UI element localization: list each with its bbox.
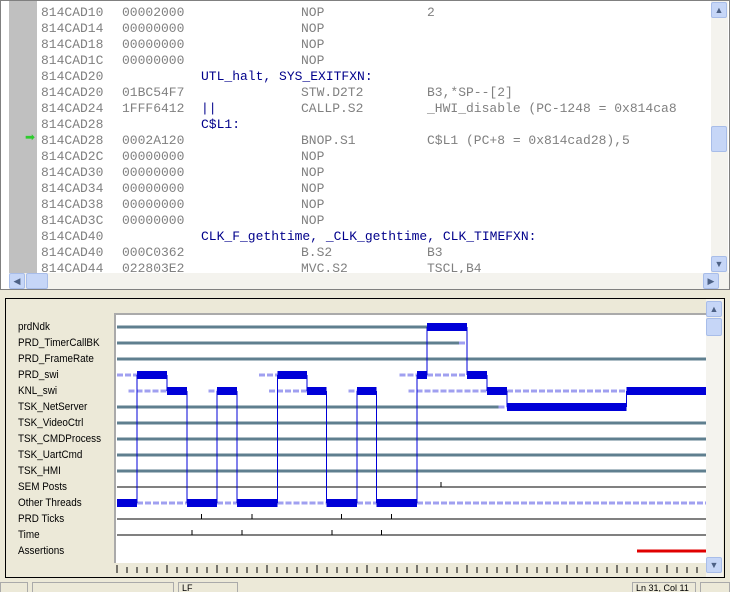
running-bar — [326, 499, 357, 507]
opcode: 00002000 — [122, 5, 185, 20]
graph-scroll-down-button[interactable]: ▼ — [706, 557, 722, 573]
running-bar — [417, 371, 427, 379]
running-bar — [187, 499, 217, 507]
address: 814CAD44 — [41, 261, 104, 273]
opcode: 00000000 — [122, 53, 185, 68]
opcode: 01BC54F7 — [122, 85, 185, 100]
running-bar — [507, 403, 627, 411]
address: 814CAD40 — [41, 245, 104, 260]
vertical-scrollbar[interactable]: ▲ ▼ — [711, 1, 728, 273]
running-bar — [376, 499, 417, 507]
operands: TSCL,B4 — [427, 261, 482, 273]
running-bar — [467, 371, 487, 379]
address: 814CAD40 — [41, 229, 104, 244]
running-bar — [307, 387, 327, 395]
address: 814CAD24 — [41, 101, 104, 116]
status-position: Ln 31, Col 11 — [632, 582, 696, 592]
disassembly-lines: 814CAD10 00002000 NOP 2 814CAD14 00000000 NOP 8… — [1, 1, 712, 273]
execution-graph-svg — [116, 323, 708, 573]
running-bar — [487, 387, 507, 395]
address: 814CAD1C — [41, 53, 104, 68]
opcode: 00000000 — [122, 197, 185, 212]
graph-scroll-thumb[interactable] — [706, 318, 722, 336]
operands: B3 — [427, 245, 443, 260]
opcode: 00000000 — [122, 149, 185, 164]
opcode: 0002A120 — [122, 133, 185, 148]
scroll-right-button[interactable]: ▶ — [703, 273, 719, 289]
mnemonic: NOP — [301, 53, 325, 68]
hscroll-thumb[interactable] — [26, 273, 48, 289]
mnemonic: NOP — [301, 165, 325, 180]
running-bar — [626, 387, 707, 395]
operands: C$L1 (PC+8 = 0x814cad28),5 — [427, 133, 630, 148]
mnemonic: STW.D2T2 — [301, 85, 364, 100]
status-eol: LF — [178, 582, 238, 592]
status-bar: LF Ln 31, Col 11 — [0, 582, 730, 592]
mnemonic: NOP — [301, 37, 325, 52]
running-bar — [167, 387, 187, 395]
address: 814CAD28 — [41, 117, 104, 132]
graph-scroll-up-button[interactable]: ▲ — [706, 301, 722, 317]
address: 814CAD10 — [41, 5, 104, 20]
address: 814CAD30 — [41, 165, 104, 180]
address: 814CAD20 — [41, 69, 104, 84]
opcode: 1FFF6412 — [122, 101, 185, 116]
disassembly-window: 814CAD10 00002000 NOP 2 814CAD14 00000000 NOP 8… — [0, 0, 730, 290]
symbol-label: || — [201, 101, 217, 116]
mnemonic: BNOP.S1 — [301, 133, 356, 148]
address: 814CAD18 — [41, 37, 104, 52]
opcode: 00000000 — [122, 21, 185, 36]
symbol-label: UTL_halt, SYS_EXITFXN: — [201, 69, 373, 84]
horizontal-scrollbar[interactable]: ◀ ▶ — [9, 273, 729, 289]
address: 814CAD38 — [41, 197, 104, 212]
symbol-label: C$L1: — [201, 117, 241, 132]
mnemonic: NOP — [301, 213, 325, 228]
mnemonic: NOP — [301, 197, 325, 212]
status-pane-1 — [0, 582, 28, 592]
scroll-left-button[interactable]: ◀ — [9, 273, 25, 289]
running-bar — [277, 371, 307, 379]
scroll-thumb[interactable] — [711, 126, 727, 152]
address: 814CAD20 — [41, 85, 104, 100]
mnemonic: MVC.S2 — [301, 261, 348, 273]
running-bar — [237, 499, 278, 507]
operands: B3,*SP--[2] — [427, 85, 513, 100]
scroll-up-button[interactable]: ▲ — [711, 2, 727, 18]
address: 814CAD2C — [41, 149, 104, 164]
status-pane-end — [700, 582, 730, 592]
status-pane-2 — [32, 582, 174, 592]
running-bar — [117, 499, 137, 507]
running-bar — [357, 387, 377, 395]
symbol-label: CLK_F_gethtime, _CLK_gethtime, CLK_TIMEF… — [201, 229, 537, 244]
address: 814CAD3C — [41, 213, 104, 228]
opcode: 00000000 — [122, 213, 185, 228]
scroll-down-button[interactable]: ▼ — [711, 256, 727, 272]
program-counter-arrow-icon: ➡ — [25, 131, 36, 145]
opcode: 00000000 — [122, 181, 185, 196]
running-bar — [137, 371, 167, 379]
opcode: 000C0362 — [122, 245, 185, 260]
mnemonic: NOP — [301, 21, 325, 36]
graph-vertical-scrollbar[interactable]: ▲ ▼ — [706, 299, 723, 577]
mnemonic: NOP — [301, 5, 325, 20]
opcode: 00000000 — [122, 165, 185, 180]
operands: 2 — [427, 5, 435, 20]
mnemonic: NOP — [301, 149, 325, 164]
opcode: 00000000 — [122, 37, 185, 52]
operands: _HWI_disable (PC-1248 = 0x814ca8 — [427, 101, 677, 116]
mnemonic: B.S2 — [301, 245, 333, 260]
running-bar — [427, 323, 467, 331]
address: 814CAD34 — [41, 181, 104, 196]
execution-graph-window: prdNdk PRD_TimerCallBK PRD_FrameRate PRD_sw… — [5, 298, 725, 578]
address: 814CAD28 — [41, 133, 104, 148]
address: 814CAD14 — [41, 21, 104, 36]
mnemonic: CALLP.S2 — [301, 101, 364, 116]
opcode: 022803E2 — [122, 261, 185, 273]
mnemonic: NOP — [301, 181, 325, 196]
running-bar — [217, 387, 237, 395]
